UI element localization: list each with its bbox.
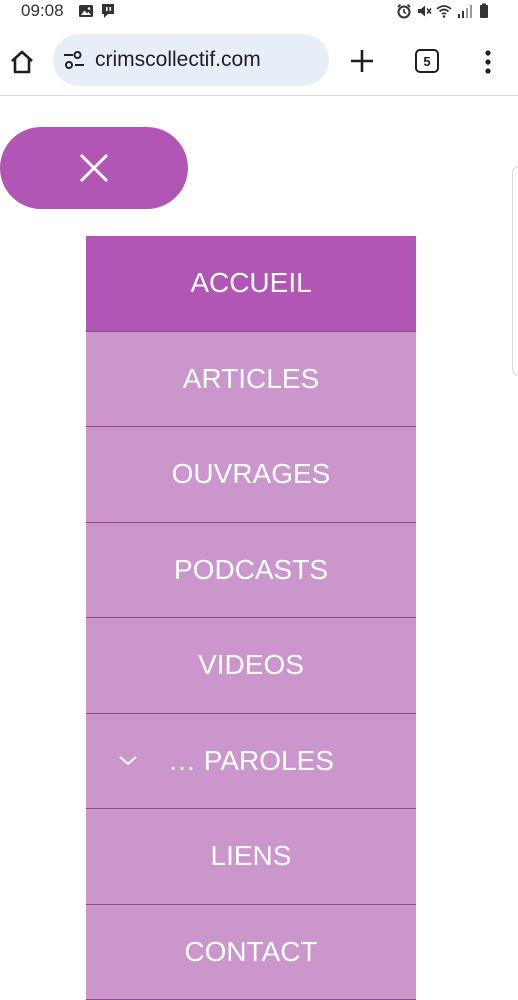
address-bar[interactable]: crimscollectif.com xyxy=(53,34,329,86)
nav-item-liens[interactable]: LIENS xyxy=(86,809,416,905)
tab-count: 5 xyxy=(423,53,431,69)
side-panel-edge xyxy=(512,166,518,376)
nav-item-accueil[interactable]: ACCUEIL xyxy=(86,236,416,332)
nav-item-paroles[interactable]: … PAROLES xyxy=(86,713,416,809)
plus-icon[interactable] xyxy=(349,48,375,74)
nav-item-videos[interactable]: VIDEOS xyxy=(86,618,416,714)
nav-item-label: OUVRAGES xyxy=(171,458,331,490)
url-text[interactable]: crimscollectif.com xyxy=(95,48,261,72)
tab-switcher-button[interactable]: 5 xyxy=(415,49,439,73)
status-bar: 09:08 xyxy=(0,0,518,24)
nav-item-label: CONTACT xyxy=(184,935,318,967)
nav-item-podcasts[interactable]: PODCASTS xyxy=(86,522,416,618)
nav-item-articles[interactable]: ARTICLES xyxy=(86,331,416,427)
signal-icon xyxy=(458,5,472,18)
nav-menu: ACCUEIL ARTICLES OUVRAGES PODCASTS VIDEO… xyxy=(86,236,416,1000)
site-settings-icon[interactable] xyxy=(63,50,85,70)
nav-item-contact[interactable]: CONTACT xyxy=(86,904,416,1000)
chevron-down-icon[interactable] xyxy=(118,753,138,767)
nav-item-label: VIDEOS xyxy=(198,649,304,681)
home-icon[interactable] xyxy=(8,48,36,76)
nav-item-label: ARTICLES xyxy=(182,362,320,394)
browser-toolbar: crimscollectif.com 5 xyxy=(0,24,518,96)
nav-item-ouvrages[interactable]: OUVRAGES xyxy=(86,427,416,523)
nav-item-label: LIENS xyxy=(210,840,292,872)
status-right-icons xyxy=(396,3,492,19)
wifi-icon xyxy=(436,5,452,18)
nav-item-label: ACCUEIL xyxy=(190,267,312,299)
chat-icon xyxy=(102,4,114,18)
status-left-icons xyxy=(78,3,116,19)
alarm-icon xyxy=(397,3,411,19)
close-menu-button[interactable] xyxy=(0,127,188,209)
nav-item-label: PODCASTS xyxy=(173,553,329,585)
more-vert-icon[interactable] xyxy=(478,48,498,76)
battery-icon xyxy=(480,3,488,18)
nav-item-label: … PAROLES xyxy=(168,744,334,776)
mute-icon xyxy=(418,5,432,17)
close-icon xyxy=(79,153,109,183)
status-time: 09:08 xyxy=(21,1,64,20)
image-icon xyxy=(79,5,93,17)
